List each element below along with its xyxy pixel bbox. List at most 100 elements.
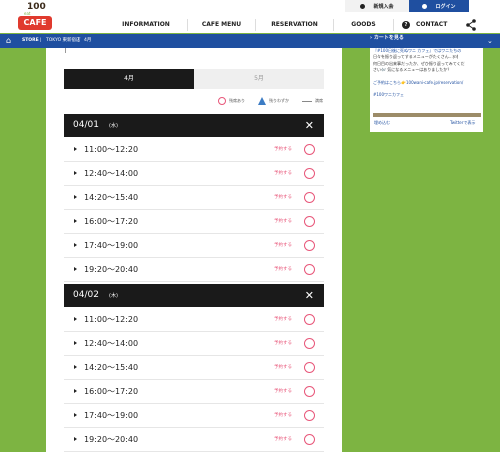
available-icon <box>304 168 315 179</box>
available-icon <box>304 434 315 445</box>
available-icon <box>304 410 315 421</box>
slot-time: 14:20〜15:40 <box>84 193 139 202</box>
tab-april[interactable]: 4月 <box>64 69 194 89</box>
available-icon <box>304 338 315 349</box>
slot-time: 11:00〜12:20 <box>84 315 139 324</box>
time-slot[interactable]: 11:00〜12:20 予約する <box>64 138 324 162</box>
new-member-label: 新規入会 <box>373 3 394 10</box>
day-header[interactable]: 04/01 (水) ✕ <box>64 114 324 137</box>
nav-information[interactable]: INFORMATION <box>105 19 187 31</box>
cafe-logo[interactable]: 100 eat CAFE <box>18 2 52 32</box>
breadcrumb-month: 4月 <box>84 38 92 43</box>
time-slot[interactable]: 19:20〜20:40 予約する <box>64 428 324 452</box>
legend-full: 満席 <box>302 96 323 106</box>
caret-right-icon <box>74 317 77 321</box>
tweet-text: 『#100日後に死ぬワニ カフェ』ではワニたちの 日々を振り返ってするメニューが… <box>373 48 481 98</box>
share-icon[interactable] <box>465 19 477 31</box>
tab-may[interactable]: 5月 <box>194 69 324 89</box>
login-icon <box>422 3 428 9</box>
breadcrumb: ⌂ STORE | TOKYO 東新宿店 | 4月 › カートを見る ⌄ <box>0 34 500 48</box>
time-slot[interactable]: 12:40〜14:00 予約する <box>64 162 324 186</box>
caret-right-icon <box>74 365 77 369</box>
time-slot[interactable]: 14:20〜15:40 予約する <box>64 356 324 380</box>
slot-time: 17:40〜19:00 <box>84 241 139 250</box>
cart-link[interactable]: › カートを見る <box>370 34 404 48</box>
day-weekday: (水) <box>109 123 118 129</box>
caret-right-icon <box>74 413 77 417</box>
time-slot[interactable]: 17:40〜19:00 予約する <box>64 404 324 428</box>
divider <box>65 48 66 53</box>
reserve-link[interactable]: 予約する <box>274 210 292 234</box>
chevron-down-icon[interactable]: ⌄ <box>487 34 493 48</box>
embed-link[interactable]: 埋め込む <box>374 120 390 126</box>
caret-right-icon <box>74 219 77 223</box>
reserve-link[interactable]: 予約する <box>274 234 292 258</box>
time-slot[interactable]: 16:00〜17:20 予約する <box>64 210 324 234</box>
legend-available: 残席あり <box>218 96 245 106</box>
time-slot[interactable]: 19:20〜20:40 予約する <box>64 258 324 282</box>
nav-contact-label: CONTACT <box>416 21 448 28</box>
hashtag-link[interactable]: #100ワニカフェ <box>373 92 481 98</box>
reserve-link[interactable]: 予約する <box>274 186 292 210</box>
day-header[interactable]: 04/02 (木) ✕ <box>64 284 324 307</box>
slot-time: 16:00〜17:20 <box>84 217 139 226</box>
triangle-icon <box>258 97 266 105</box>
logo-name: CAFE <box>18 16 52 30</box>
caret-right-icon <box>74 389 77 393</box>
available-icon <box>304 264 315 275</box>
caret-right-icon <box>74 437 77 441</box>
close-icon[interactable]: ✕ <box>305 114 314 137</box>
caret-right-icon <box>74 267 77 271</box>
nav-reservation[interactable]: RESERVATION <box>255 19 333 31</box>
close-icon[interactable]: ✕ <box>305 284 314 307</box>
caret-right-icon <box>74 243 77 247</box>
reserve-link[interactable]: 予約する <box>274 308 292 332</box>
view-on-twitter-link[interactable]: Twitterで表示 <box>450 120 475 126</box>
reserve-link[interactable]: 予約する <box>274 258 292 282</box>
plus-icon <box>360 3 366 9</box>
reserve-link[interactable]: 予約する <box>274 428 292 452</box>
nav-cafe-menu[interactable]: CAFE MENU <box>187 19 255 31</box>
time-slot[interactable]: 11:00〜12:20 予約する <box>64 308 324 332</box>
breadcrumb-store[interactable]: STORE <box>22 34 39 48</box>
day-date: 04/01 <box>73 120 99 130</box>
circle-icon <box>218 97 226 105</box>
slot-time: 19:20〜20:40 <box>84 265 139 274</box>
main-nav: INFORMATION CAFE MENU RESERVATION GOODS … <box>105 19 455 31</box>
site-header: 100 eat CAFE 新規入会 ログイン INFORMATION CAFE … <box>0 0 500 33</box>
slot-time: 19:20〜20:40 <box>84 435 139 444</box>
reserve-link[interactable]: 予約する <box>274 332 292 356</box>
question-icon: ? <box>402 21 410 29</box>
home-icon[interactable]: ⌂ <box>6 34 11 48</box>
reserve-link[interactable]: 予約する <box>274 404 292 428</box>
available-icon <box>304 192 315 203</box>
available-icon <box>304 216 315 227</box>
caret-right-icon <box>74 147 77 151</box>
available-icon <box>304 386 315 397</box>
slot-time: 11:00〜12:20 <box>84 145 139 154</box>
reserve-link[interactable]: 予約する <box>274 162 292 186</box>
cart-label: カートを見る <box>373 35 404 41</box>
slot-time: 16:00〜17:20 <box>84 387 139 396</box>
reserve-link[interactable]: 予約する <box>274 380 292 404</box>
dash-icon <box>302 100 312 102</box>
nav-goods[interactable]: GOODS <box>333 19 393 31</box>
day-weekday: (木) <box>109 293 118 299</box>
available-icon <box>304 314 315 325</box>
nav-contact[interactable]: ? CONTACT <box>393 19 455 31</box>
time-slot[interactable]: 14:20〜15:40 予約する <box>64 186 324 210</box>
slot-time: 17:40〜19:00 <box>84 411 139 420</box>
time-slot[interactable]: 12:40〜14:00 予約する <box>64 332 324 356</box>
new-member-button[interactable]: 新規入会 <box>345 0 409 12</box>
breadcrumb-shop[interactable]: TOKYO 東新宿店 <box>46 34 81 48</box>
reserve-link[interactable]: 予約する <box>274 138 292 162</box>
time-slot[interactable]: 16:00〜17:20 予約する <box>64 380 324 404</box>
slot-time: 12:40〜14:00 <box>84 339 139 348</box>
reserve-link[interactable]: 予約する <box>274 356 292 380</box>
slot-time: 12:40〜14:00 <box>84 169 139 178</box>
day-date: 04/02 <box>73 290 99 300</box>
login-button[interactable]: ログイン <box>409 0 469 12</box>
time-slot[interactable]: 17:40〜19:00 予約する <box>64 234 324 258</box>
slot-time: 14:20〜15:40 <box>84 363 139 372</box>
caret-right-icon <box>74 341 77 345</box>
